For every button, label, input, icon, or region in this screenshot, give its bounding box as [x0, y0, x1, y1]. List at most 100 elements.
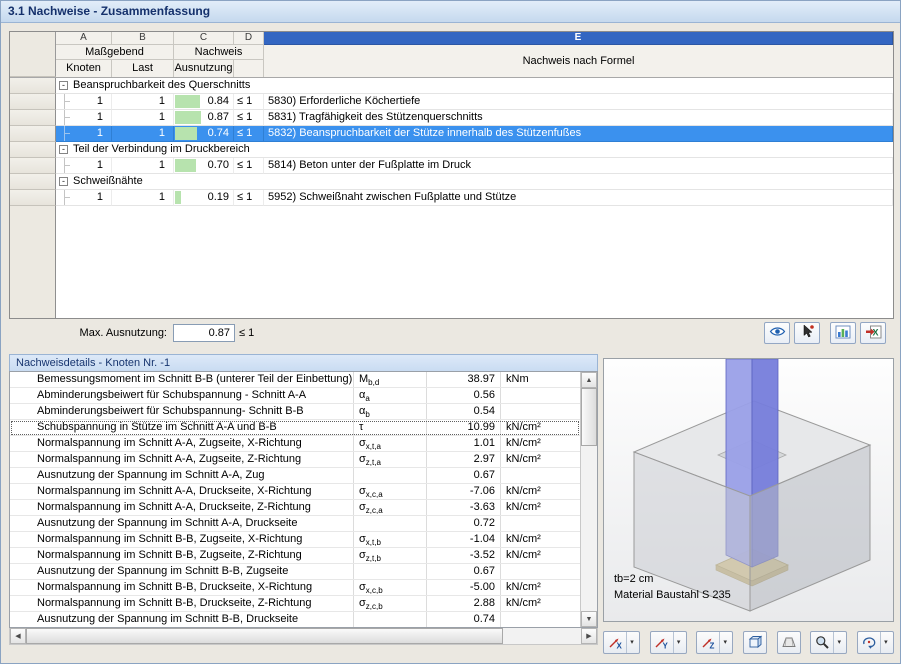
detail-row[interactable]: Abminderungsbeiwert für Schubspannung- S… — [10, 404, 580, 420]
detail-row[interactable]: Normalspannung im Schnitt B-B, Zugseite,… — [10, 532, 580, 548]
table-row-selected[interactable]: 1 1 0.74 ≤ 1 5832) Beanspruchbarkeit der… — [10, 126, 893, 142]
detail-row[interactable]: Normalspannung im Schnitt A-A, Druckseit… — [10, 484, 580, 500]
scroll-right-button[interactable]: ▶ — [581, 628, 597, 644]
collapse-icon[interactable]: - — [59, 177, 68, 186]
collapse-icon[interactable]: - — [59, 81, 68, 90]
detail-row[interactable]: Bemessungsmoment im Schnitt B-B (unterer… — [10, 372, 580, 388]
group-label: Schweißnähte — [73, 175, 143, 187]
perspective-view-button[interactable] — [776, 630, 801, 654]
scrollbar-track[interactable] — [581, 388, 597, 611]
knoten-value: 1 — [96, 191, 103, 203]
detail-row[interactable]: Abminderungsbeiwert für Schubspannung - … — [10, 388, 580, 404]
detail-unit — [501, 388, 580, 403]
detail-description: Ausnutzung der Spannung im Schnitt B-B, … — [10, 612, 354, 627]
row-header[interactable] — [10, 142, 56, 158]
row-header[interactable] — [10, 174, 56, 190]
scrollbar-thumb[interactable] — [26, 628, 504, 644]
table-row[interactable]: 1 1 0.87 ≤ 1 5831) Tragfähigkeit des Stü… — [10, 110, 893, 126]
utilization-bar — [175, 111, 201, 124]
scrollbar-thumb[interactable] — [581, 388, 597, 446]
utilization-value: 0.84 — [207, 95, 229, 107]
table-body: - Beanspruchbarkeit des Querschnitts 1 1… — [10, 78, 893, 318]
table-row[interactable]: 1 1 0.70 ≤ 1 5814) Beton unter der Fußpl… — [10, 158, 893, 174]
chevron-down-icon[interactable]: ▾ — [626, 631, 637, 653]
column-header-e[interactable]: E — [264, 32, 893, 45]
detail-row[interactable]: Normalspannung im Schnitt B-B, Druckseit… — [10, 580, 580, 596]
group-label: Beanspruchbarkeit des Querschnitts — [73, 79, 251, 91]
pick-object-button[interactable] — [794, 322, 820, 344]
scroll-left-button[interactable]: ◀ — [10, 628, 26, 644]
row-header[interactable] — [10, 110, 56, 126]
max-utilization-value-box: 0.87 — [173, 324, 235, 342]
detail-row[interactable]: Normalspannung im Schnitt A-A, Zugseite,… — [10, 436, 580, 452]
view-z-button[interactable]: Z ▾ — [696, 630, 734, 654]
table-group-row[interactable]: - Teil der Verbindung im Druckbereich — [10, 142, 893, 158]
detail-unit: kN/cm² — [506, 421, 541, 433]
last-value: 1 — [112, 94, 174, 110]
result-diagram-button[interactable] — [830, 322, 856, 344]
knoten-value: 1 — [96, 127, 103, 139]
horizontal-scrollbar[interactable]: ◀ ▶ — [9, 628, 598, 645]
scroll-up-button[interactable]: ▲ — [581, 372, 597, 388]
column-header-b[interactable]: B — [112, 32, 174, 45]
detail-row[interactable]: Normalspannung im Schnitt A-A, Zugseite,… — [10, 452, 580, 468]
detail-unit: kN/cm² — [506, 453, 541, 465]
result-diagram-icon — [835, 325, 851, 342]
table-row[interactable]: 1 1 0.84 ≤ 1 5830) Erforderliche Köchert… — [10, 94, 893, 110]
collapse-icon[interactable]: - — [59, 145, 68, 154]
viewer-panel[interactable]: tb=2 cm Material Baustahl S 235 — [603, 358, 894, 622]
row-header[interactable] — [10, 190, 56, 206]
formel-text: 5952) Schweißnaht zwischen Fußplatte und… — [264, 190, 893, 206]
row-header[interactable] — [10, 78, 56, 94]
detail-row[interactable]: Normalspannung im Schnitt A-A, Druckseit… — [10, 500, 580, 516]
detail-row[interactable]: Ausnutzung der Spannung im Schnitt B-B, … — [10, 612, 580, 627]
row-header[interactable] — [10, 126, 56, 142]
utilization-bar — [175, 127, 197, 140]
row-header[interactable] — [10, 158, 56, 174]
last-value: 1 — [112, 110, 174, 126]
detail-description: Normalspannung im Schnitt B-B, Druckseit… — [10, 580, 354, 595]
header-ausnutzung: Ausnutzung — [174, 60, 234, 77]
table-group-row[interactable]: - Schweißnähte — [10, 174, 893, 190]
detail-symbol: σx,c,b — [354, 580, 427, 595]
chevron-down-icon[interactable]: ▾ — [879, 631, 891, 653]
view-y-button[interactable]: Y ▾ — [649, 630, 687, 654]
vertical-scrollbar[interactable]: ▲ ▼ — [580, 372, 597, 627]
detail-unit — [501, 564, 580, 579]
chevron-down-icon[interactable]: ▾ — [833, 631, 844, 653]
detail-value: 0.67 — [427, 468, 501, 483]
detail-row[interactable]: Ausnutzung der Spannung im Schnitt A-A, … — [10, 468, 580, 484]
detail-row[interactable]: Ausnutzung der Spannung im Schnitt A-A, … — [10, 516, 580, 532]
detail-row[interactable]: Ausnutzung der Spannung im Schnitt B-B, … — [10, 564, 580, 580]
detail-row[interactable]: Normalspannung im Schnitt B-B, Druckseit… — [10, 596, 580, 612]
row-header[interactable] — [10, 94, 56, 110]
detail-row[interactable]: Normalspannung im Schnitt B-B, Zugseite,… — [10, 548, 580, 564]
scroll-down-button[interactable]: ▼ — [581, 611, 597, 627]
corner-header-cell[interactable] — [10, 32, 56, 77]
chevron-down-icon[interactable]: ▾ — [719, 631, 730, 653]
detail-value: -3.52 — [427, 548, 501, 563]
excel-export-button[interactable]: X — [860, 322, 886, 344]
isometric-view-button[interactable] — [742, 630, 767, 654]
detail-unit: kN/cm² — [506, 485, 541, 497]
table-group-row[interactable]: - Beanspruchbarkeit des Querschnitts — [10, 78, 893, 94]
detail-row[interactable]: Schubspannung in Stütze im Schnitt A-A u… — [10, 420, 580, 436]
table-row[interactable]: 1 1 0.19 ≤ 1 5952) Schweißnaht zwischen … — [10, 190, 893, 206]
zoom-button[interactable]: ▾ — [810, 630, 848, 654]
detail-symbol — [354, 564, 427, 579]
view-x-button[interactable]: X ▾ — [603, 630, 640, 654]
scrollbar-track[interactable] — [26, 628, 581, 644]
detail-description: Ausnutzung der Spannung im Schnitt A-A, … — [10, 516, 354, 531]
view-x-axis-icon: X — [606, 636, 624, 649]
chevron-down-icon[interactable]: ▾ — [672, 631, 684, 653]
column-header-c[interactable]: C — [174, 32, 234, 45]
detail-unit: kN/cm² — [506, 549, 541, 561]
detail-value: -3.63 — [427, 500, 501, 515]
column-header-d[interactable]: D — [234, 32, 264, 45]
rotate-view-button[interactable]: ▾ — [856, 630, 894, 654]
detail-description: Normalspannung im Schnitt B-B, Zugseite,… — [10, 548, 354, 563]
visibility-button[interactable] — [764, 322, 790, 344]
column-header-a[interactable]: A — [56, 32, 112, 45]
detail-value: 2.88 — [427, 596, 501, 611]
last-value: 1 — [112, 158, 174, 174]
